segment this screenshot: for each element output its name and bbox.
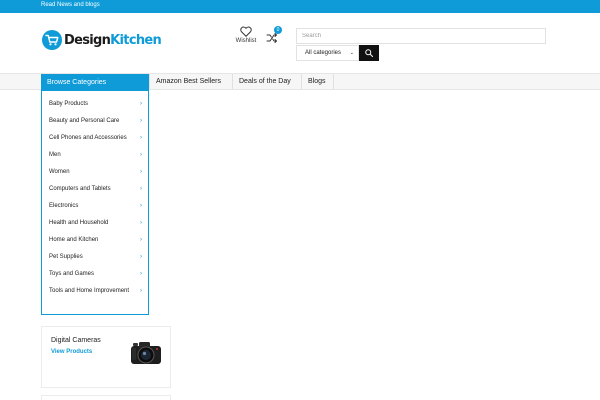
chevron-down-icon: ⌄: [349, 50, 354, 56]
chevron-right-icon: ›: [140, 135, 142, 141]
category-item-label: Tools and Home Improvement: [49, 288, 130, 294]
chevron-right-icon: ›: [140, 271, 142, 277]
search-icon: [365, 49, 373, 57]
category-item-label: Men: [49, 152, 61, 158]
logo-text-kitchen: Kitchen: [110, 32, 162, 48]
promo-card-digital-cameras[interactable]: Digital Cameras View Products: [41, 326, 171, 388]
logo-text-design: Design: [64, 32, 111, 48]
chevron-right-icon: ›: [140, 203, 142, 209]
nav-divider: [232, 74, 233, 89]
category-sidebar: Browse Categories Baby Products › Beauty…: [41, 74, 149, 315]
browse-categories-header[interactable]: Browse Categories: [42, 75, 148, 91]
camera-image: [131, 342, 161, 364]
category-item-label: Cell Phones and Accessories: [49, 135, 127, 141]
chevron-right-icon: ›: [140, 152, 142, 158]
nav-divider: [301, 74, 302, 89]
chevron-right-icon: ›: [140, 186, 142, 192]
chevron-right-icon: ›: [140, 220, 142, 226]
compare-button[interactable]: 0: [266, 26, 284, 46]
nav-link-amazon-best-sellers[interactable]: Amazon Best Sellers: [156, 74, 221, 89]
nav-divider: [149, 74, 150, 89]
chevron-right-icon: ›: [140, 288, 142, 294]
category-item-label: Computers and Tablets: [49, 186, 111, 192]
nav-link-deals-of-the-day[interactable]: Deals of the Day: [239, 74, 291, 89]
chevron-right-icon: ›: [140, 237, 142, 243]
promo-card[interactable]: [41, 395, 171, 400]
chevron-right-icon: ›: [140, 254, 142, 260]
nav-divider: [333, 74, 334, 89]
wishlist-button[interactable]: Wishlist: [234, 26, 258, 44]
compare-count-badge: 0: [274, 26, 282, 34]
category-item-label: Pet Supplies: [49, 254, 83, 260]
promo-title: Digital Cameras: [51, 337, 101, 344]
category-item-label: Electronics: [49, 203, 79, 209]
chevron-right-icon: ›: [140, 101, 142, 107]
logo-text: DesignKitchen: [64, 32, 162, 48]
site-logo[interactable]: DesignKitchen: [42, 28, 162, 52]
category-select[interactable]: All categories ⌄: [296, 45, 359, 61]
chevron-right-icon: ›: [140, 169, 142, 175]
top-bar: Read News and blogs: [0, 0, 600, 13]
heart-icon: [240, 26, 252, 37]
view-products-link[interactable]: View Products: [51, 349, 92, 355]
category-item-label: Toys and Games: [49, 271, 95, 277]
category-item-label: Home and Kitchen: [49, 237, 99, 243]
search-button[interactable]: [359, 45, 379, 61]
category-item-label: Baby Products: [49, 101, 89, 107]
category-list: Baby Products › Beauty and Personal Care…: [42, 91, 148, 313]
top-bar-link[interactable]: Read News and blogs: [41, 2, 100, 8]
category-item-label: Health and Household: [49, 220, 109, 226]
category-item-label: Beauty and Personal Care: [49, 118, 120, 124]
category-select-value: All categories: [305, 50, 342, 56]
search-input[interactable]: [296, 28, 546, 44]
nav-link-blogs[interactable]: Blogs: [308, 74, 326, 89]
category-item-label: Women: [49, 169, 70, 175]
cart-icon: [42, 30, 62, 50]
chevron-right-icon: ›: [140, 118, 142, 124]
wishlist-label: Wishlist: [235, 38, 257, 44]
